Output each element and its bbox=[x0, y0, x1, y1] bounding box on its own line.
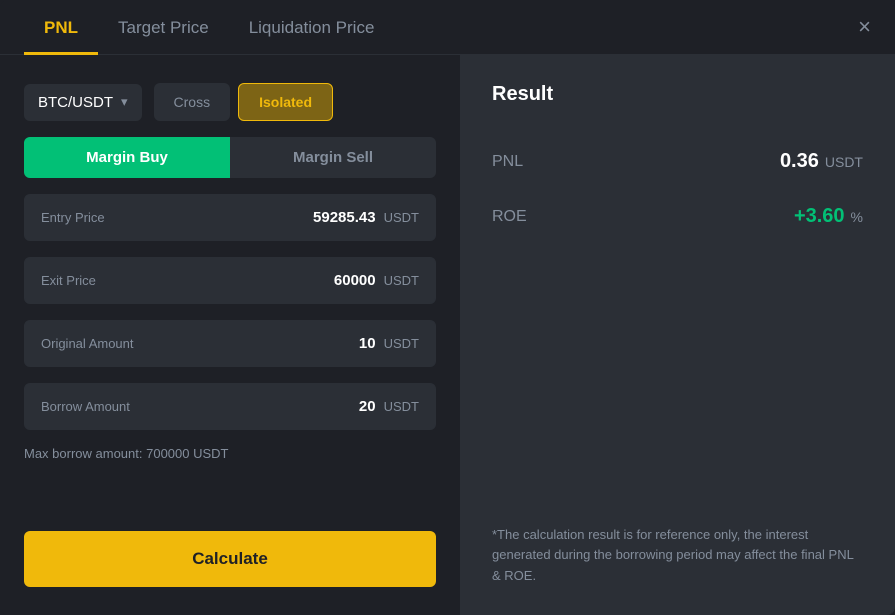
exit-price-label: Exit Price bbox=[41, 273, 96, 288]
pair-symbol: BTC/USDT bbox=[38, 94, 113, 111]
entry-price-value-area: USDT bbox=[256, 209, 419, 226]
cross-margin-button[interactable]: Cross bbox=[154, 83, 231, 121]
exit-price-value-area: USDT bbox=[256, 272, 419, 289]
pair-selector[interactable]: BTC/USDT ▾ bbox=[24, 84, 142, 121]
borrow-amount-field: Borrow Amount USDT bbox=[24, 383, 436, 430]
tabs-bar: PNL Target Price Liquidation Price × bbox=[0, 0, 895, 55]
roe-unit: % bbox=[851, 209, 863, 225]
close-button[interactable]: × bbox=[858, 16, 871, 38]
original-amount-input[interactable] bbox=[256, 335, 376, 352]
pnl-number: 0.36 bbox=[780, 150, 819, 173]
pnl-calculator-modal: PNL Target Price Liquidation Price × BTC… bbox=[0, 0, 895, 615]
roe-value-area: +3.60 % bbox=[794, 205, 863, 228]
left-panel: BTC/USDT ▾ Cross Isolated Margin Buy Mar… bbox=[0, 55, 460, 615]
roe-label: ROE bbox=[492, 208, 527, 226]
original-amount-currency: USDT bbox=[384, 336, 419, 351]
roe-result-row: ROE +3.60 % bbox=[492, 189, 863, 244]
entry-price-field: Entry Price USDT bbox=[24, 194, 436, 241]
tab-target-price[interactable]: Target Price bbox=[98, 0, 229, 55]
max-borrow-info: Max borrow amount: 700000 USDT bbox=[24, 446, 436, 461]
entry-price-input[interactable] bbox=[256, 209, 376, 226]
entry-price-label: Entry Price bbox=[41, 210, 105, 225]
borrow-amount-value-area: USDT bbox=[256, 398, 419, 415]
pnl-label: PNL bbox=[492, 153, 523, 171]
original-amount-value-area: USDT bbox=[256, 335, 419, 352]
tab-pnl[interactable]: PNL bbox=[24, 0, 98, 55]
trade-toggle: Margin Buy Margin Sell bbox=[24, 137, 436, 178]
borrow-amount-currency: USDT bbox=[384, 399, 419, 414]
pnl-unit: USDT bbox=[825, 154, 863, 170]
pair-chevron-icon: ▾ bbox=[121, 94, 128, 110]
exit-price-currency: USDT bbox=[384, 273, 419, 288]
isolated-margin-button[interactable]: Isolated bbox=[238, 83, 333, 121]
pnl-result-row: PNL 0.36 USDT bbox=[492, 134, 863, 189]
original-amount-field: Original Amount USDT bbox=[24, 320, 436, 367]
result-title: Result bbox=[492, 83, 863, 106]
right-panel: Result PNL 0.36 USDT ROE +3.60 % *The ca… bbox=[460, 55, 895, 615]
disclaimer-text: *The calculation result is for reference… bbox=[492, 525, 863, 587]
tab-liquidation-price[interactable]: Liquidation Price bbox=[229, 0, 395, 55]
entry-price-currency: USDT bbox=[384, 210, 419, 225]
modal-body: BTC/USDT ▾ Cross Isolated Margin Buy Mar… bbox=[0, 55, 895, 615]
margin-sell-button[interactable]: Margin Sell bbox=[230, 137, 436, 178]
roe-number: +3.60 bbox=[794, 205, 845, 228]
exit-price-input[interactable] bbox=[256, 272, 376, 289]
calculate-button[interactable]: Calculate bbox=[24, 531, 436, 587]
borrow-amount-input[interactable] bbox=[256, 398, 376, 415]
margin-type-buttons: Cross Isolated bbox=[154, 83, 333, 121]
margin-buy-button[interactable]: Margin Buy bbox=[24, 137, 230, 178]
borrow-amount-label: Borrow Amount bbox=[41, 399, 130, 414]
selector-row: BTC/USDT ▾ Cross Isolated bbox=[24, 83, 436, 121]
original-amount-label: Original Amount bbox=[41, 336, 134, 351]
pnl-value-area: 0.36 USDT bbox=[780, 150, 863, 173]
exit-price-field: Exit Price USDT bbox=[24, 257, 436, 304]
